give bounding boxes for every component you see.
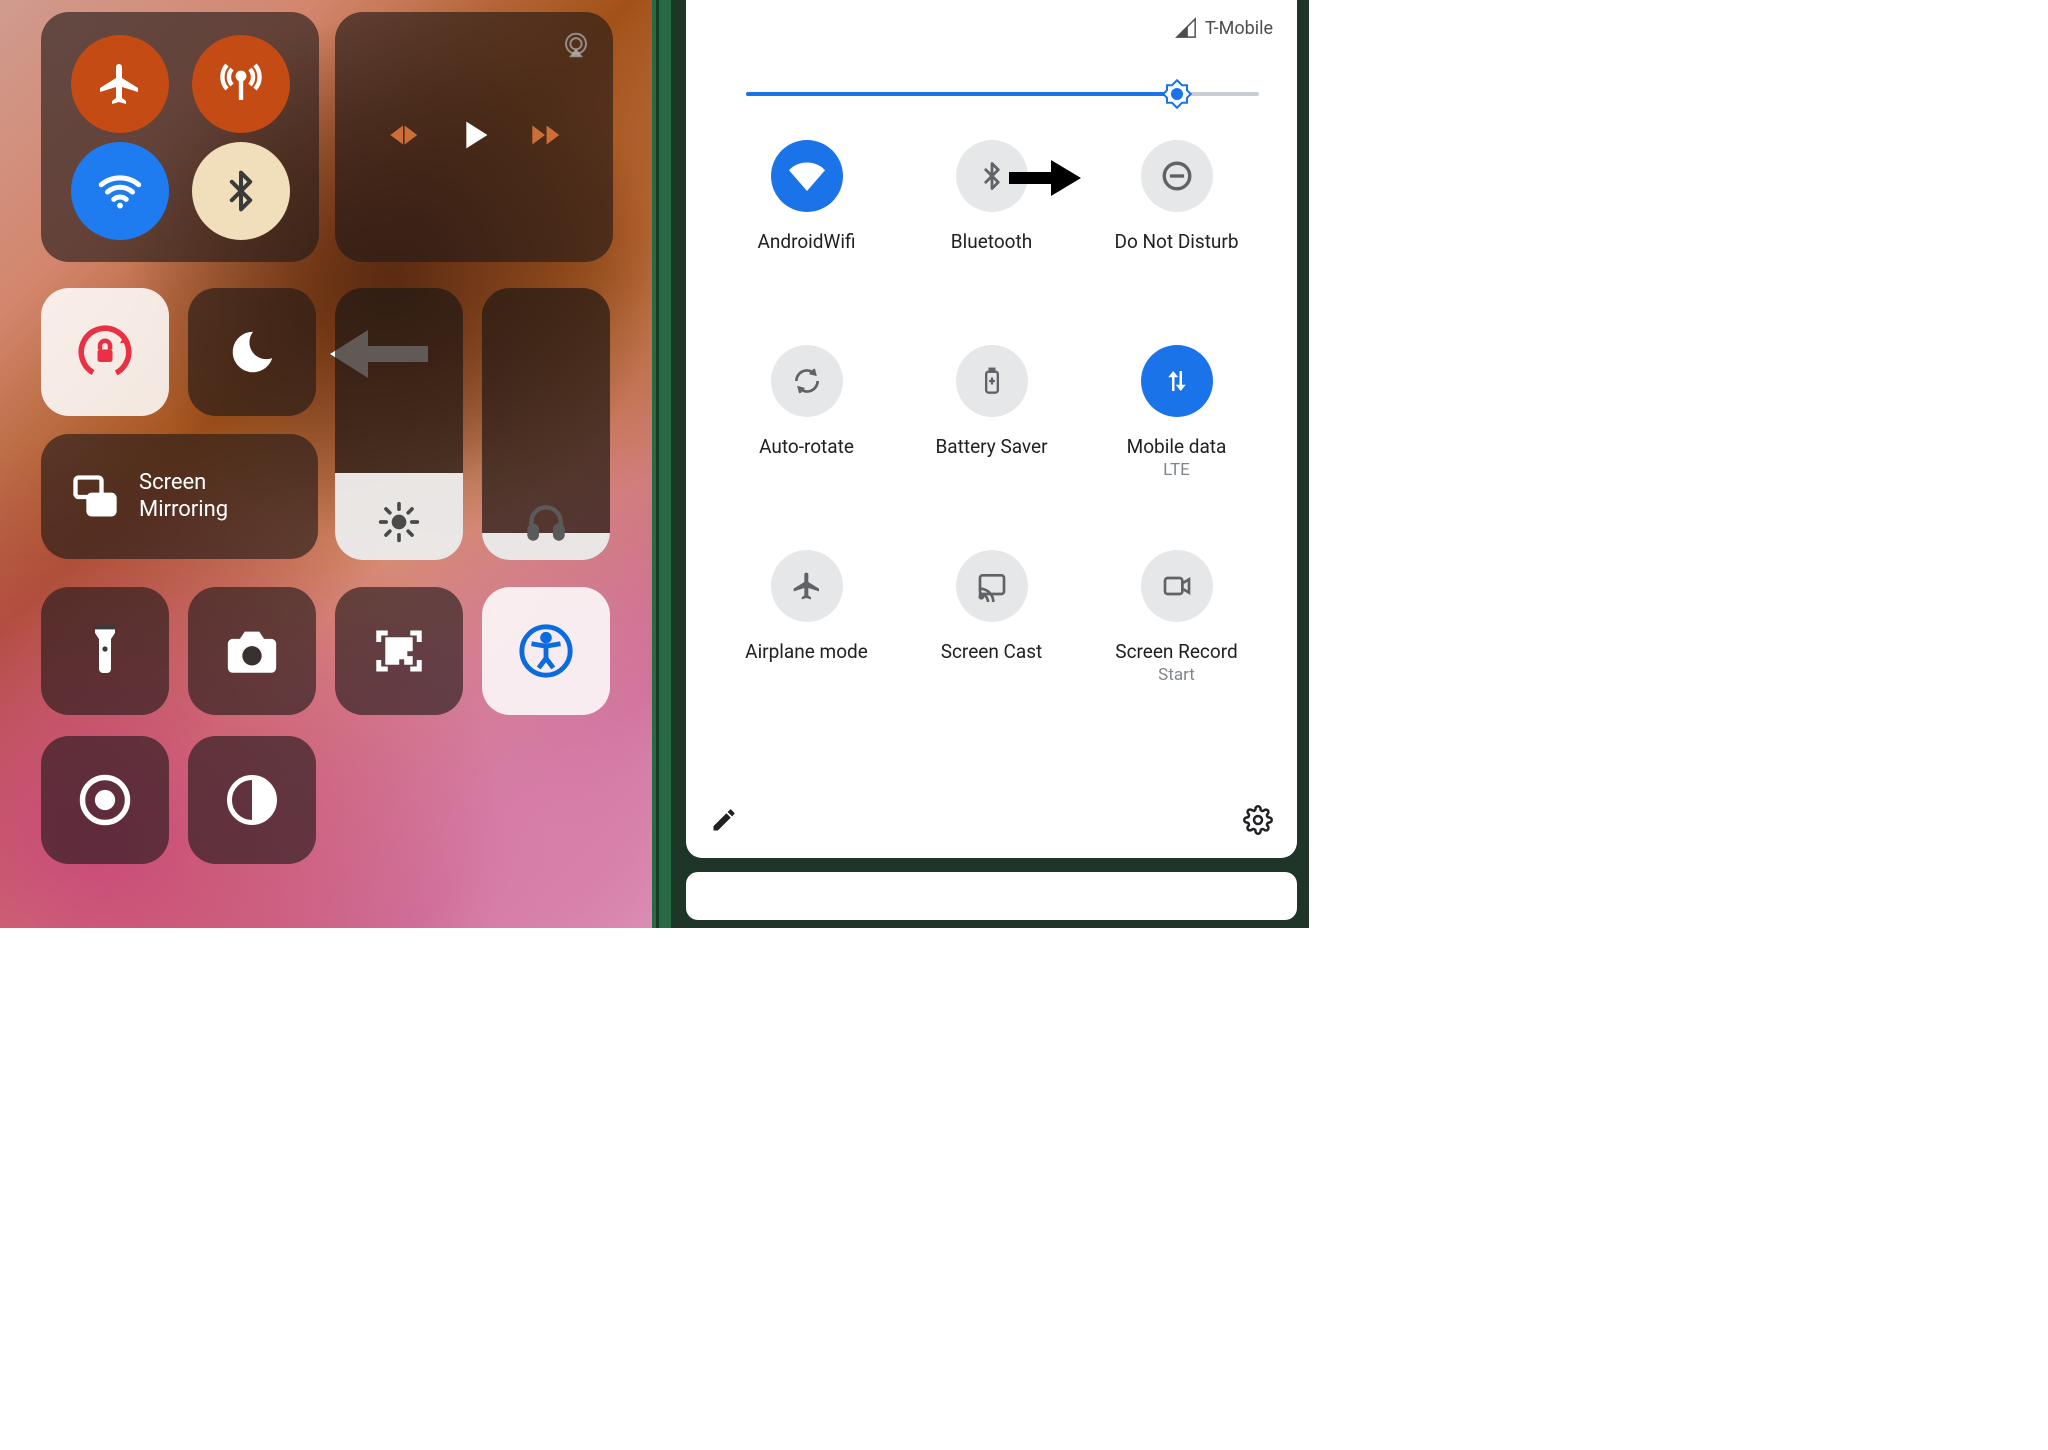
- camera-button[interactable]: [188, 587, 316, 715]
- qs-sublabel: Start: [1087, 665, 1267, 685]
- qs-label: Do Not Disturb: [1087, 230, 1267, 253]
- do-not-disturb-toggle[interactable]: [188, 288, 316, 416]
- contrast-icon: [225, 773, 279, 827]
- record-icon: [78, 773, 132, 827]
- screen-record-button[interactable]: [41, 736, 169, 864]
- wifi-icon: [95, 166, 145, 216]
- status-bar: T-Mobile: [1175, 10, 1273, 46]
- qs-label: AndroidWifi: [717, 230, 897, 253]
- dnd-icon: [1141, 140, 1213, 212]
- qr-code-icon: [372, 624, 426, 678]
- rewind-button[interactable]: [384, 116, 422, 158]
- settings-button[interactable]: [1243, 805, 1273, 839]
- qs-label: Battery Saver: [902, 435, 1082, 458]
- battery-icon: [956, 345, 1028, 417]
- screen-mirroring-icon: [69, 471, 121, 523]
- airplane-mode-toggle[interactable]: [71, 35, 169, 133]
- ios-control-center: Screen Mirroring: [0, 0, 656, 928]
- accessibility-button[interactable]: [482, 587, 610, 715]
- bluetooth-toggle[interactable]: [192, 142, 290, 240]
- airplane-icon: [96, 60, 144, 108]
- airplane-icon: [771, 550, 843, 622]
- record-icon: [1141, 550, 1213, 622]
- qs-label: Screen Record: [1087, 640, 1267, 663]
- forward-button[interactable]: [526, 116, 564, 158]
- moon-icon: [225, 325, 279, 379]
- signal-icon: [1175, 17, 1197, 39]
- carrier-label: T-Mobile: [1205, 18, 1273, 39]
- qs-tile-cast[interactable]: Screen Cast: [902, 550, 1082, 663]
- qs-tile-autorotate[interactable]: Auto-rotate: [717, 345, 897, 458]
- headphones-icon: [482, 500, 610, 544]
- gear-icon: [1243, 805, 1273, 835]
- qr-scanner-button[interactable]: [335, 587, 463, 715]
- qs-label: Mobile data: [1087, 435, 1267, 458]
- wifi-toggle[interactable]: [71, 142, 169, 240]
- notification-placeholder: [686, 872, 1297, 920]
- camera-icon: [223, 622, 281, 680]
- qs-label: Auto-rotate: [717, 435, 897, 458]
- cellular-toggle[interactable]: [192, 35, 290, 133]
- qs-label: Airplane mode: [717, 640, 897, 663]
- connectivity-group: [41, 12, 319, 262]
- qs-label: Screen Cast: [902, 640, 1082, 663]
- qs-tile-battery[interactable]: Battery Saver: [902, 345, 1082, 458]
- flashlight-button[interactable]: [41, 587, 169, 715]
- qs-tile-airplane[interactable]: Airplane mode: [717, 550, 897, 663]
- airplay-icon[interactable]: [561, 30, 591, 64]
- rotation-lock-toggle[interactable]: [41, 288, 169, 416]
- panel-divider: [656, 0, 674, 928]
- brightness-slider[interactable]: [335, 288, 463, 560]
- cast-icon: [956, 550, 1028, 622]
- pencil-icon: [710, 806, 738, 834]
- brightness-slider-android[interactable]: [746, 74, 1259, 114]
- play-button[interactable]: [451, 112, 497, 162]
- media-controls-group: [335, 12, 613, 262]
- wifi-icon: [771, 140, 843, 212]
- mobiledata-icon: [1141, 345, 1213, 417]
- dark-mode-button[interactable]: [188, 736, 316, 864]
- cellular-antenna-icon: [217, 60, 265, 108]
- qs-tile-mobiledata[interactable]: Mobile dataLTE: [1087, 345, 1267, 480]
- volume-slider[interactable]: [482, 288, 610, 560]
- edit-button[interactable]: [710, 806, 738, 838]
- flashlight-icon: [81, 621, 129, 681]
- brightness-icon: [335, 500, 463, 544]
- accessibility-icon: [517, 622, 575, 680]
- screen-mirroring-button[interactable]: Screen Mirroring: [41, 434, 318, 559]
- rotation-lock-icon: [75, 322, 135, 382]
- qs-tile-dnd[interactable]: Do Not Disturb: [1087, 140, 1267, 253]
- android-quick-settings: T-Mobile AndroidWifiBluetoothDo Not Dist…: [674, 0, 1309, 928]
- autorotate-icon: [771, 345, 843, 417]
- qs-sublabel: LTE: [1087, 460, 1267, 480]
- qs-label: Bluetooth: [902, 230, 1082, 253]
- brightness-thumb-icon: [1162, 79, 1192, 109]
- bluetooth-icon: [219, 169, 263, 213]
- qs-tile-wifi[interactable]: AndroidWifi: [717, 140, 897, 253]
- qs-tile-record[interactable]: Screen RecordStart: [1087, 550, 1267, 685]
- annotation-arrow-android: [1009, 158, 1081, 202]
- screen-mirroring-label: Screen Mirroring: [139, 470, 228, 523]
